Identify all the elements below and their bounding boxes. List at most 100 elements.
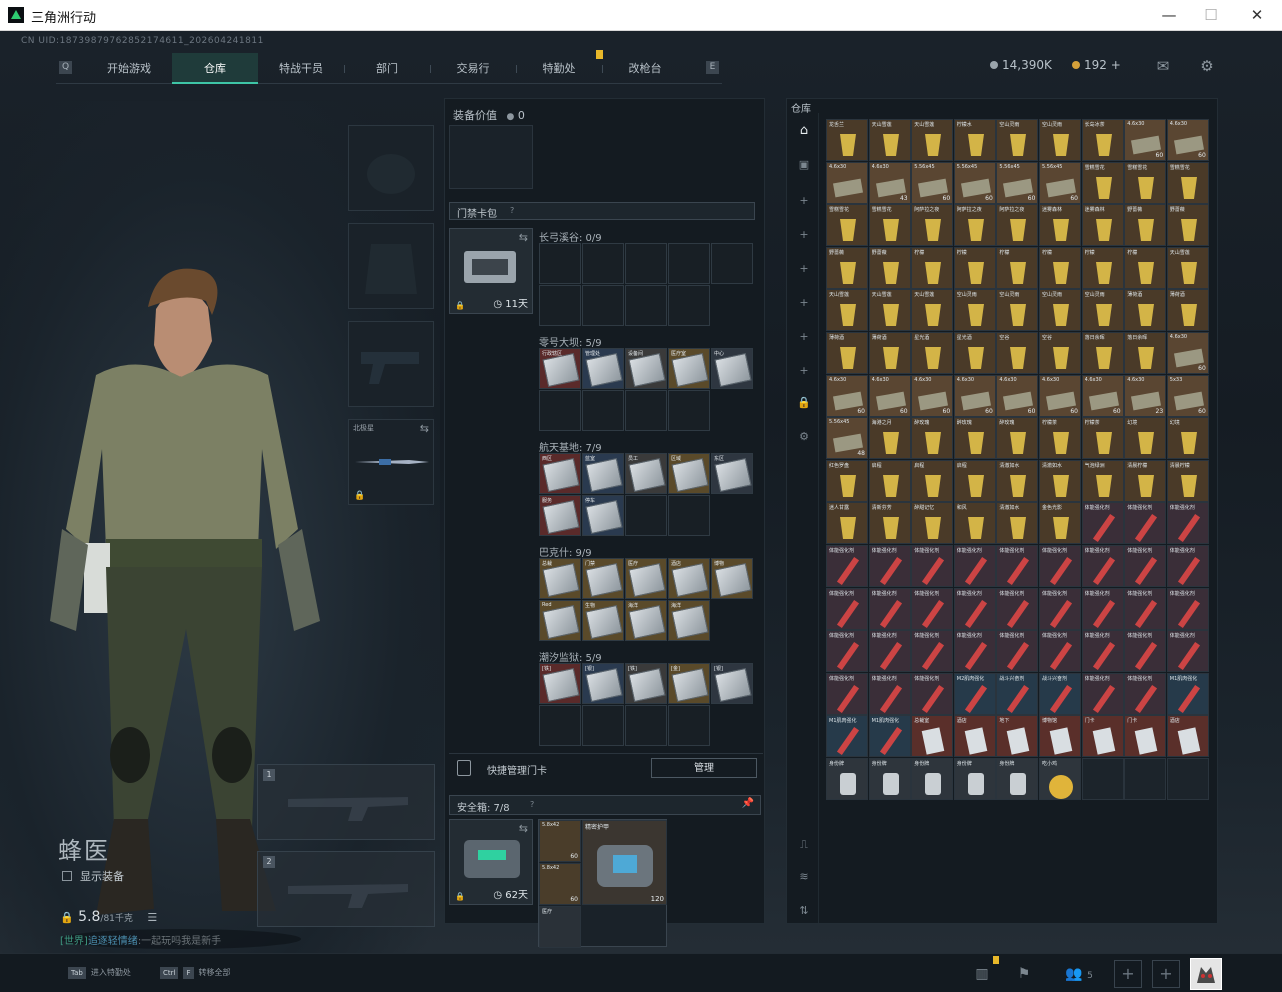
tab-start-game[interactable]: 开始游戏 [86, 53, 172, 84]
secondary-weapon-slot[interactable]: 2 [257, 851, 435, 927]
keycard-slot[interactable]: 医疗室 [668, 348, 710, 389]
warehouse-item[interactable]: M2肌肉强化 [953, 672, 996, 715]
warehouse-item[interactable]: 地下 [996, 715, 1039, 758]
warehouse-item[interactable]: 体能强化剂 [826, 630, 868, 673]
warehouse-item[interactable]: 身份牌 [911, 758, 954, 800]
warehouse-item[interactable]: 阿萨拉之夜 [996, 204, 1039, 247]
swap-icon[interactable]: ⇆ [519, 822, 528, 835]
safebox-ammo-2[interactable]: 5.8x42 60 [539, 863, 581, 905]
keycard-slot[interactable]: 服务 [539, 495, 581, 536]
show-equipment-toggle[interactable]: 显示装备 [62, 868, 124, 884]
warehouse-item[interactable]: 体能强化剂 [953, 587, 996, 630]
friends-icon[interactable]: 👥 5 [1062, 962, 1096, 986]
mail-icon[interactable]: ✉ [1154, 57, 1172, 75]
warehouse-item[interactable]: 醉甜记忆 [911, 502, 954, 545]
warehouse-item[interactable]: 气泡绿洲 [1081, 459, 1124, 502]
warehouse-item[interactable]: 落日余晖 [1124, 332, 1167, 374]
minimize-button[interactable]: — [1158, 4, 1180, 26]
warehouse-item[interactable]: 醉玫瑰 [953, 417, 996, 460]
warehouse-item[interactable]: 体能强化剂 [911, 587, 954, 630]
keycard-slot[interactable]: 设备间 [625, 348, 667, 389]
warehouse-item[interactable]: 体能强化剂 [868, 672, 911, 715]
warehouse-item[interactable]: 体能强化剂 [911, 672, 954, 715]
warehouse-item[interactable]: 野蔷薇 [826, 246, 868, 289]
hint-enter-special-ops[interactable]: Tab 进入特勤处 [68, 967, 131, 979]
warehouse-item[interactable]: 体能强化剂 [826, 587, 868, 630]
warehouse-item[interactable]: 体能强化剂 [1124, 630, 1167, 673]
keycard-slot[interactable]: 生物 [582, 600, 624, 641]
warehouse-item[interactable]: 天山雪莲 [868, 119, 911, 161]
warehouse-item[interactable]: M1肌肉强化 [826, 715, 868, 758]
warehouse-item[interactable]: 体能强化剂 [996, 587, 1039, 630]
nav-right-key-icon[interactable]: E [706, 61, 719, 74]
warehouse-item[interactable]: 4.6x30 60 [1124, 119, 1167, 161]
warehouse-item[interactable]: 体能强化剂 [1081, 502, 1124, 545]
warehouse-item[interactable]: 海港之月 [868, 417, 911, 460]
warehouse-item[interactable]: 柠檬 [953, 246, 996, 289]
warehouse-item[interactable]: 体能强化剂 [826, 545, 868, 587]
warehouse-item[interactable]: 星光酒 [911, 332, 954, 374]
keycard-slot[interactable]: 区域 [668, 453, 710, 494]
primary-weapon-slot[interactable]: 1 [257, 764, 435, 840]
warehouse-item[interactable]: 体能强化剂 [1081, 630, 1124, 673]
warehouse-item[interactable]: 4.6x30 60 [911, 374, 954, 417]
warehouse-item[interactable]: 5.56x45 60 [996, 161, 1039, 204]
keycard-slot[interactable]: [银] [711, 663, 753, 704]
warehouse-item[interactable]: 身份牌 [826, 758, 868, 800]
pin-icon[interactable]: 📌 [742, 798, 754, 809]
warehouse-item[interactable]: 4.6x30 43 [868, 161, 911, 204]
keycard-slot[interactable]: 东区 [711, 453, 753, 494]
warehouse-item[interactable]: 体能强化剂 [868, 587, 911, 630]
nav-left-key-icon[interactable]: Q [59, 61, 72, 74]
warehouse-item[interactable]: 博物馆 [1039, 715, 1081, 758]
layers-icon[interactable]: ≋ [796, 869, 812, 885]
safebox-armor[interactable]: 精密护甲 120 [582, 820, 667, 905]
keycard-slot[interactable]: 海洋 [625, 600, 667, 641]
add-tab-icon[interactable]: + [796, 261, 812, 277]
warehouse-item[interactable]: 阿萨拉之夜 [953, 204, 996, 247]
warehouse-item[interactable]: 迷人甘露 [826, 502, 868, 545]
warehouse-item[interactable]: 柠檬 [1124, 246, 1167, 289]
warehouse-item[interactable]: 5x33 60 [1166, 374, 1209, 417]
warehouse-item[interactable]: 星光酒 [953, 332, 996, 374]
warehouse-tab-icon[interactable]: ▣ [796, 157, 812, 173]
warehouse-item[interactable]: 体能强化剂 [911, 545, 954, 587]
warehouse-item[interactable]: 体能强化剂 [1081, 587, 1124, 630]
warehouse-item[interactable]: 门卡 [1124, 715, 1167, 758]
lock-icon[interactable]: 🔒 [796, 395, 812, 411]
keycard-slot[interactable]: [铁] [625, 663, 667, 704]
add-tab-icon[interactable]: + [796, 295, 812, 311]
warehouse-item[interactable]: 4.6x30 23 [1124, 374, 1167, 417]
warehouse-item[interactable]: 总裁室 [911, 715, 954, 758]
warehouse-item[interactable]: 野蔷薇 [1124, 204, 1167, 247]
warehouse-item[interactable]: 5.56x45 60 [953, 161, 996, 204]
warehouse-item[interactable]: 醉玫瑰 [996, 417, 1039, 460]
add-currency-button[interactable]: + [1111, 58, 1121, 72]
warehouse-home-icon[interactable]: ⌂ [796, 123, 812, 139]
tab-department[interactable]: 部门 [344, 53, 430, 84]
warehouse-item[interactable]: 体能强化剂 [953, 545, 996, 587]
warehouse-item[interactable]: 吃小鸡 [1039, 758, 1081, 800]
tab-warehouse[interactable]: 仓库 [172, 53, 258, 84]
warehouse-item[interactable]: 柠檬 [1081, 246, 1124, 289]
warehouse-item[interactable]: 门卡 [1081, 715, 1124, 758]
warehouse-item[interactable]: 柠檬 [911, 246, 954, 289]
keycard-slot[interactable]: 中心 [711, 348, 753, 389]
warehouse-item[interactable]: 薄荷酒 [826, 332, 868, 374]
keycard-slot[interactable]: 海洋 [668, 600, 710, 641]
warehouse-item[interactable]: 体能强化剂 [868, 630, 911, 673]
warehouse-item[interactable]: 体能强化剂 [1124, 545, 1167, 587]
warehouse-item[interactable]: 天山雪莲 [911, 119, 954, 161]
safebox-item[interactable]: ⇆ 🔒 ◷ 62天 [449, 819, 533, 905]
warehouse-item[interactable]: 雪糕雪花 [1166, 161, 1209, 204]
add-tab-icon[interactable]: + [796, 227, 812, 243]
warehouse-item[interactable]: 4.6x30 60 [1166, 332, 1209, 374]
helmet-slot[interactable] [348, 125, 434, 211]
warehouse-item[interactable]: 柠檬 [1039, 246, 1081, 289]
warehouse-item[interactable]: 空谷 [1039, 332, 1081, 374]
warehouse-item[interactable]: 酒店 [953, 715, 996, 758]
warehouse-item[interactable]: 薄荷酒 [1124, 289, 1167, 332]
add-teammate-button[interactable]: + [1114, 960, 1142, 988]
warehouse-item[interactable]: 战斗兴奋剂 [996, 672, 1039, 715]
warehouse-item[interactable]: 4.6x30 60 [826, 374, 868, 417]
